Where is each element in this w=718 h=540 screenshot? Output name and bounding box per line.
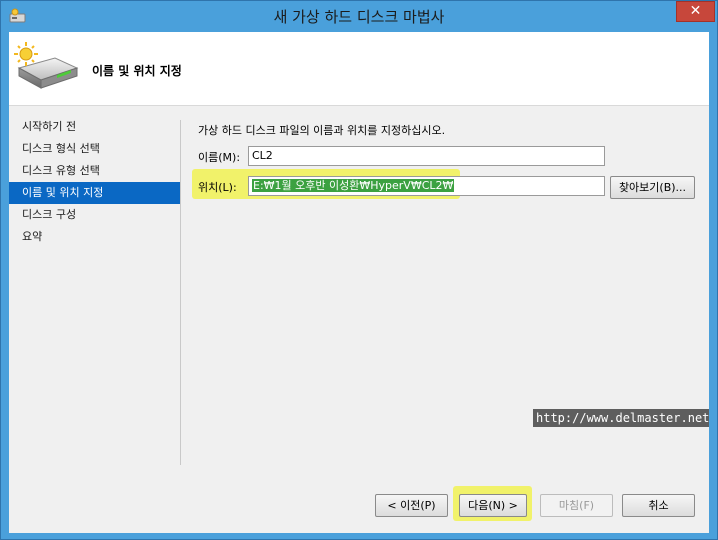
location-label: 위치(L): bbox=[198, 181, 237, 194]
browse-button[interactable]: 찾아보기(B)... bbox=[610, 176, 695, 199]
wizard-window: 새 가상 하드 디스크 마법사 ✕ 이름 및 위치 지정 시작하기 전 디스크 … bbox=[0, 0, 718, 540]
page-title: 이름 및 위치 지정 bbox=[92, 64, 182, 78]
window-title: 새 가상 하드 디스크 마법사 bbox=[273, 8, 445, 26]
name-input[interactable]: CL2 bbox=[248, 146, 605, 166]
location-input[interactable]: E:₩1월 오후반 이성환₩HyperV₩CL2₩ bbox=[248, 176, 605, 196]
next-button[interactable]: 다음(N) > bbox=[459, 494, 527, 517]
step-description: 가상 하드 디스크 파일의 이름과 위치를 지정하십시오. bbox=[198, 124, 446, 137]
nav-step-before-you-begin[interactable]: 시작하기 전 bbox=[9, 116, 181, 138]
watermark-url: http://www.delmaster.net bbox=[533, 409, 709, 427]
finish-button[interactable]: 마침(F) bbox=[540, 494, 613, 517]
nav-step-summary[interactable]: 요약 bbox=[9, 226, 181, 248]
name-label: 이름(M): bbox=[198, 151, 241, 164]
cancel-button[interactable]: 취소 bbox=[622, 494, 695, 517]
virtual-hard-disk-icon bbox=[13, 42, 79, 94]
wizard-header: 이름 및 위치 지정 bbox=[9, 32, 709, 106]
wizard-step-nav: 시작하기 전 디스크 형식 선택 디스크 유형 선택 이름 및 위치 지정 디스… bbox=[9, 116, 181, 248]
previous-button[interactable]: < 이전(P) bbox=[375, 494, 448, 517]
nav-step-name-location[interactable]: 이름 및 위치 지정 bbox=[9, 182, 181, 204]
nav-step-choose-type[interactable]: 디스크 유형 선택 bbox=[9, 160, 181, 182]
footer-divider bbox=[9, 478, 709, 479]
nav-step-configure-disk[interactable]: 디스크 구성 bbox=[9, 204, 181, 226]
title-bar[interactable]: 새 가상 하드 디스크 마법사 ✕ bbox=[1, 1, 717, 31]
close-button[interactable]: ✕ bbox=[676, 1, 715, 22]
nav-step-choose-format[interactable]: 디스크 형식 선택 bbox=[9, 138, 181, 160]
location-input-selected-text: E:₩1월 오후반 이성환₩HyperV₩CL2₩ bbox=[252, 179, 455, 192]
wizard-client-area: 이름 및 위치 지정 시작하기 전 디스크 형식 선택 디스크 유형 선택 이름… bbox=[9, 32, 709, 533]
nav-divider bbox=[180, 120, 181, 465]
